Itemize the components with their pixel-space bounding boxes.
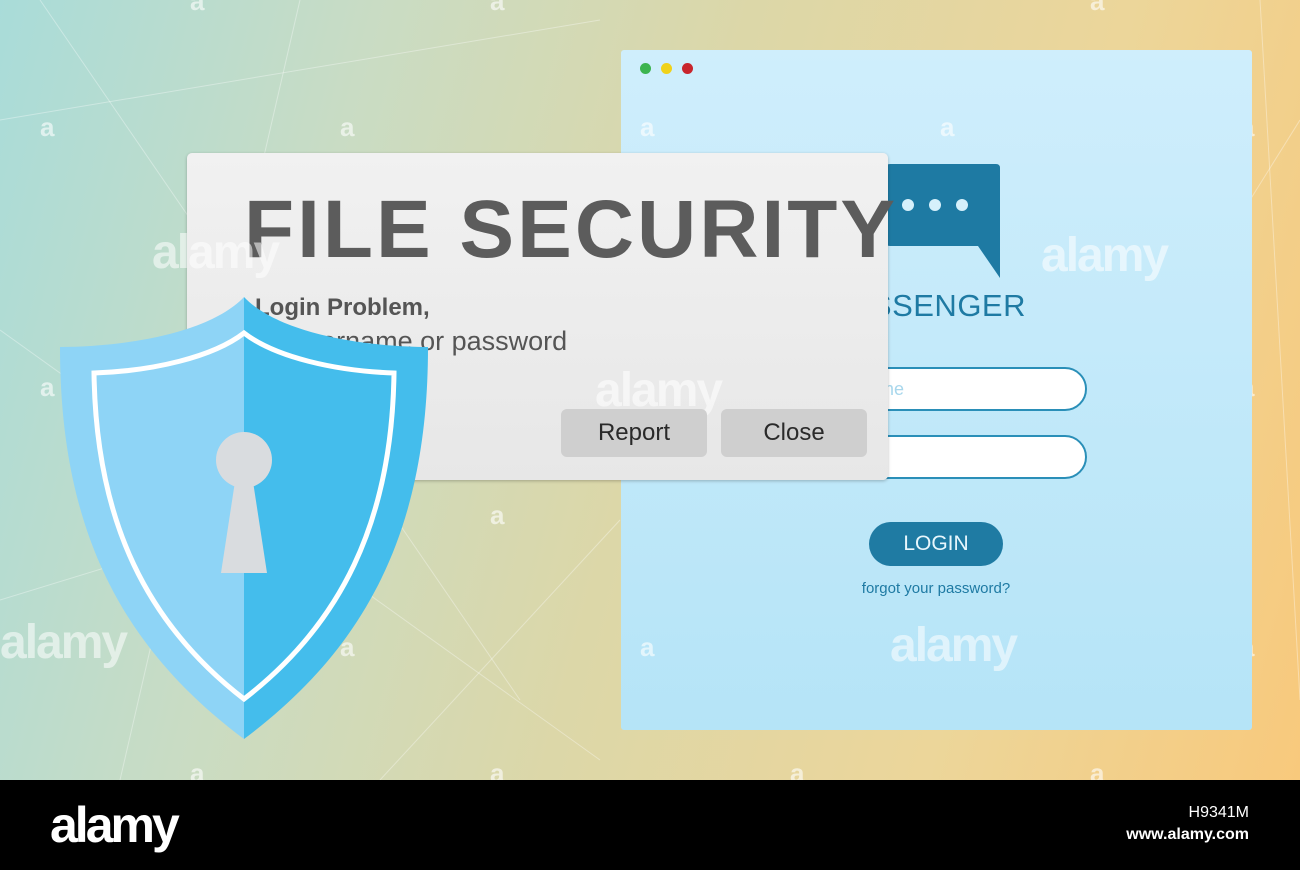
watermark-big: alamy xyxy=(1041,229,1169,282)
watermark-small: a xyxy=(40,112,55,142)
watermark-small: a xyxy=(190,0,205,16)
watermark-small: a xyxy=(1090,0,1105,16)
watermark-small: a xyxy=(490,0,505,16)
watermark-small: a xyxy=(640,112,655,142)
watermark-small: a xyxy=(340,112,355,142)
chat-bubble-icon xyxy=(886,164,1000,278)
dialog-title: FILE SECURITY xyxy=(244,184,899,275)
watermark-big: alamy xyxy=(152,226,280,279)
background-scene: a a a a a a a a a a a a a a a a a a a a … xyxy=(0,0,1300,780)
watermark-small: a xyxy=(490,500,505,530)
footer-logo: alamy xyxy=(50,797,180,853)
watermark-small: a xyxy=(490,758,505,780)
login-button[interactable]: LOGIN xyxy=(869,522,1003,566)
window-close-dot[interactable] xyxy=(682,63,693,74)
footer-url: www.alamy.com xyxy=(1126,826,1249,843)
close-button[interactable]: Close xyxy=(721,409,867,457)
window-minimize-dot[interactable] xyxy=(661,63,672,74)
watermark-small: a xyxy=(790,758,805,780)
shield-keyhole-icon xyxy=(60,297,428,739)
image-id-label: H9341M xyxy=(1188,804,1249,821)
forgot-password-link[interactable]: forgot your password? xyxy=(791,580,1081,597)
window-maximize-dot[interactable] xyxy=(640,63,651,74)
stock-footer-bar: alamy H9341M www.alamy.com xyxy=(0,780,1300,870)
watermark-big: alamy xyxy=(890,619,1018,672)
watermark-big: alamy xyxy=(0,616,128,669)
watermark-small: a xyxy=(640,632,655,662)
watermark-small: a xyxy=(940,112,955,142)
watermark-small: a xyxy=(190,758,205,780)
report-button[interactable]: Report xyxy=(561,409,707,457)
watermark-small: a xyxy=(1090,758,1105,780)
watermark-small: a xyxy=(40,372,55,402)
